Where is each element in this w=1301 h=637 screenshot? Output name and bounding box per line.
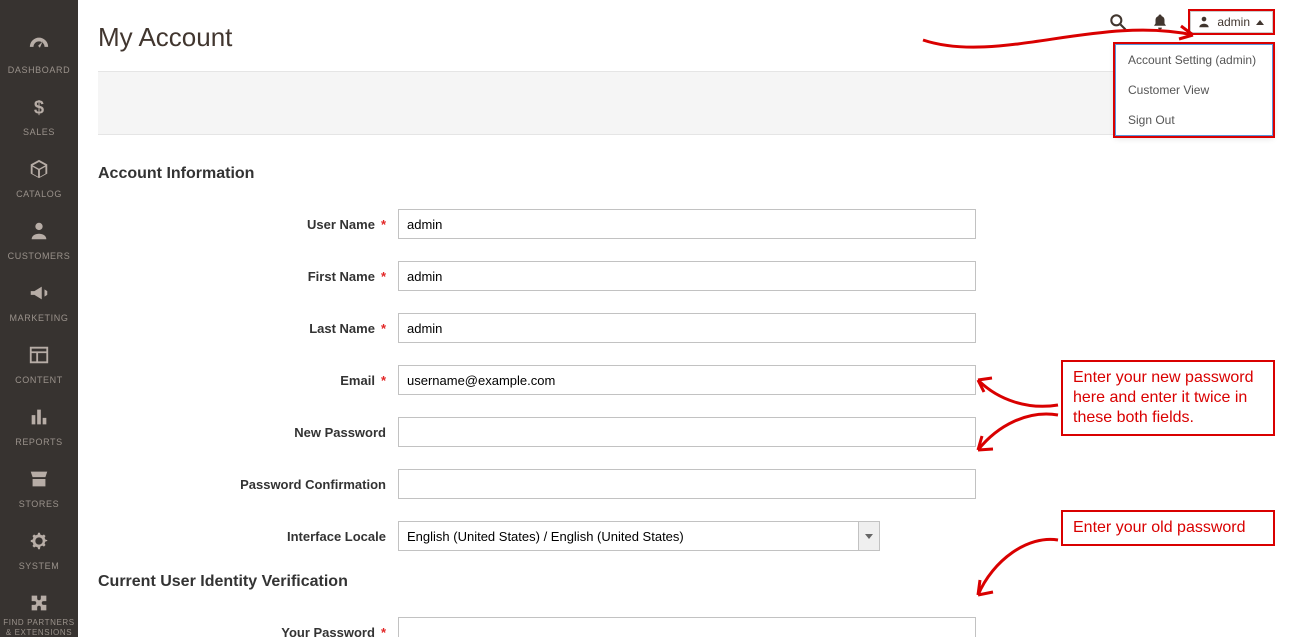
input-user-name[interactable] [398, 209, 976, 239]
label-user-name: User Name* [98, 217, 398, 232]
sidebar-label: SALES [23, 127, 55, 137]
dollar-icon: $ [26, 96, 52, 118]
sidebar-label: CATALOG [16, 189, 62, 199]
callout-new-password: Enter your new password here and enter i… [1061, 360, 1275, 436]
label-new-password: New Password [98, 425, 398, 440]
sidebar-label: CONTENT [15, 375, 63, 385]
sidebar-label: CUSTOMERS [8, 251, 71, 261]
sidebar-item-catalog[interactable]: CATALOG [0, 150, 78, 212]
sidebar-label: MARKETING [10, 313, 69, 323]
store-icon [26, 468, 52, 490]
select-caret-button[interactable] [858, 521, 880, 551]
select-value: English (United States) / English (Unite… [398, 521, 858, 551]
sidebar-item-content[interactable]: CONTENT [0, 336, 78, 398]
label-password-confirmation: Password Confirmation [98, 477, 398, 492]
bars-icon [26, 406, 52, 428]
annotation-arrow-new-pw-bottom [973, 405, 1063, 460]
input-password-confirmation[interactable] [398, 469, 976, 499]
sidebar-item-marketing[interactable]: MARKETING [0, 274, 78, 336]
annotation-arrow-old-pw [973, 535, 1063, 605]
puzzle-icon [26, 592, 52, 614]
section-account-info: Account Information [98, 165, 1261, 183]
sidebar-label: STORES [19, 499, 59, 509]
label-email: Email* [98, 373, 398, 388]
sidebar-label: REPORTS [15, 437, 63, 447]
section-identity-verification: Current User Identity Verification [98, 573, 1261, 591]
input-your-password[interactable] [398, 617, 976, 637]
menu-customer-view[interactable]: Customer View [1116, 75, 1272, 105]
gear-icon [26, 530, 52, 552]
caret-down-icon [865, 534, 873, 539]
layout-icon [26, 344, 52, 366]
menu-sign-out[interactable]: Sign Out [1116, 105, 1272, 135]
input-first-name[interactable] [398, 261, 976, 291]
input-new-password[interactable] [398, 417, 976, 447]
dashboard-icon [26, 34, 52, 56]
sidebar-label: DASHBOARD [8, 65, 70, 75]
label-your-password: Your Password* [98, 625, 398, 637]
sidebar-item-stores[interactable]: STORES [0, 460, 78, 522]
menu-account-setting[interactable]: Account Setting (admin) [1116, 45, 1272, 75]
label-first-name: First Name* [98, 269, 398, 284]
caret-up-icon [1256, 20, 1264, 25]
sidebar-item-partners[interactable]: FIND PARTNERS & EXTENSIONS [0, 584, 78, 637]
person-icon [26, 220, 52, 242]
megaphone-icon [26, 282, 52, 304]
input-last-name[interactable] [398, 313, 976, 343]
label-interface-locale: Interface Locale [98, 529, 398, 544]
input-email[interactable] [398, 365, 976, 395]
sidebar-label: FIND PARTNERS & EXTENSIONS [0, 618, 78, 637]
cube-icon [26, 158, 52, 180]
user-name: admin [1217, 15, 1250, 29]
label-last-name: Last Name* [98, 321, 398, 336]
user-dropdown: Account Setting (admin) Customer View Si… [1115, 44, 1273, 136]
admin-sidebar: DASHBOARD $ SALES CATALOG CUSTOMERS MARK… [0, 0, 78, 637]
sidebar-item-customers[interactable]: CUSTOMERS [0, 212, 78, 274]
sidebar-item-reports[interactable]: REPORTS [0, 398, 78, 460]
callout-old-password: Enter your old password [1061, 510, 1275, 546]
main-content: admin Account Setting (admin) Customer V… [78, 0, 1301, 637]
select-interface-locale[interactable]: English (United States) / English (Unite… [398, 521, 880, 551]
actions-bar: Reset [98, 71, 1261, 135]
sidebar-label: SYSTEM [19, 561, 60, 571]
sidebar-item-system[interactable]: SYSTEM [0, 522, 78, 584]
svg-text:$: $ [34, 96, 44, 117]
sidebar-item-sales[interactable]: $ SALES [0, 88, 78, 150]
sidebar-item-dashboard[interactable]: DASHBOARD [0, 26, 78, 88]
